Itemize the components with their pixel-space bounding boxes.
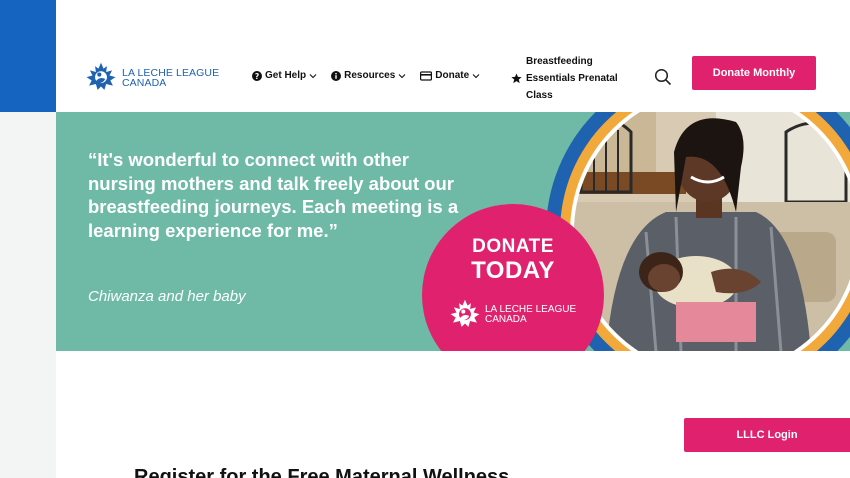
nav-donate[interactable]: Donate [420, 70, 480, 81]
essentials-line-3: Class [526, 90, 553, 101]
hero-caption: Chiwanza and her baby [88, 288, 246, 305]
logo-line-2: CANADA [122, 77, 167, 89]
chevron-down-icon [398, 73, 406, 78]
page-section-heading: Register for the Free Maternal Wellness [134, 466, 510, 478]
site-header: LA LECHE LEAGUE CANADA ? Get Help Resour… [56, 0, 850, 112]
lllc-login-button[interactable]: LLLC Login [684, 418, 850, 452]
nav-get-help-label: Get Help [265, 70, 307, 81]
donate-badge-logo: LA LECHE LEAGUE CANADA [448, 298, 576, 332]
donate-badge-line-1: DONATE [472, 236, 554, 257]
nav-get-help[interactable]: ? Get Help [252, 70, 317, 81]
main-nav: ? Get Help Resources Donate [252, 70, 480, 81]
donate-badge-logo-line-2: CANADA [485, 314, 527, 325]
left-blue-band [0, 0, 56, 112]
hero-quote: “It's wonderful to connect with other nu… [88, 149, 459, 241]
question-circle-icon: ? [252, 70, 262, 81]
maple-leaf-logo-icon [86, 62, 116, 90]
info-circle-icon [331, 70, 342, 81]
svg-text:?: ? [255, 72, 259, 81]
essentials-line-1: Breastfeeding [526, 56, 593, 67]
credit-card-icon [420, 70, 433, 81]
nav-resources-label: Resources [344, 70, 396, 81]
donate-badge-line-2: TODAY [471, 257, 555, 284]
chevron-down-icon [472, 73, 480, 78]
site-logo[interactable]: LA LECHE LEAGUE CANADA [84, 61, 219, 95]
left-grey-band [0, 112, 56, 478]
search-icon[interactable] [654, 68, 672, 86]
maple-leaf-logo-icon [450, 299, 480, 327]
nav-donate-label: Donate [435, 70, 470, 81]
essentials-line-2: Essentials Prenatal [526, 73, 618, 84]
nav-resources[interactable]: Resources [331, 70, 406, 81]
chevron-down-icon [309, 73, 317, 78]
nav-breastfeeding-essentials[interactable]: Breastfeeding Essentials Prenatal Class [511, 53, 636, 104]
donate-monthly-button[interactable]: Donate Monthly [692, 56, 816, 90]
hero-banner: “It's wonderful to connect with other nu… [56, 112, 850, 351]
star-icon [511, 73, 522, 84]
